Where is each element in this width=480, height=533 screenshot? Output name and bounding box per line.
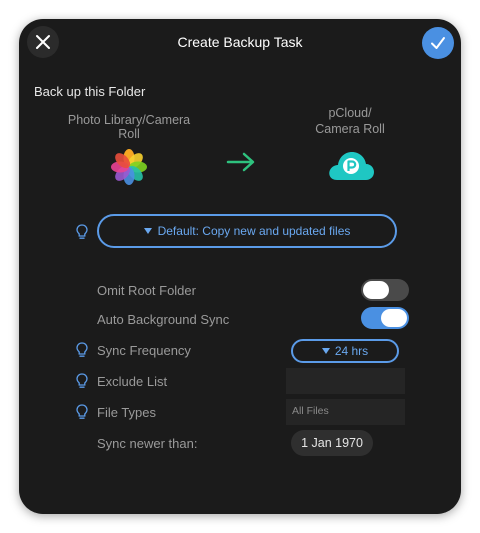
lightbulb-icon[interactable] [76, 373, 88, 389]
file-types-value: All Files [292, 405, 329, 417]
backup-mode-dropdown[interactable]: Default: Copy new and updated files [97, 214, 397, 248]
toggle-knob [363, 281, 389, 299]
exclude-list-label: Exclude List [97, 374, 168, 389]
sync-newer-label: Sync newer than: [97, 436, 198, 451]
checkmark-icon [431, 37, 445, 49]
confirm-button[interactable] [422, 27, 454, 59]
lightbulb-icon[interactable] [76, 342, 88, 358]
source-folder-label[interactable]: Photo Library/Camera Roll [57, 113, 201, 141]
sync-newer-date-button[interactable]: 1 Jan 1970 [291, 430, 373, 456]
auto-sync-label: Auto Background Sync [97, 312, 230, 327]
omit-root-toggle[interactable] [361, 279, 409, 301]
destination-label-line2: Camera Roll [315, 122, 385, 136]
sync-frequency-dropdown[interactable]: 24 hrs [291, 339, 399, 363]
pcloud-icon [329, 152, 374, 180]
section-label: Back up this Folder [34, 84, 146, 99]
sync-frequency-value: 24 hrs [334, 344, 369, 358]
backup-task-dialog: Create Backup Task Back up this Folder P… [19, 19, 461, 514]
destination-label-line1: pCloud/ [328, 106, 372, 120]
file-types-field[interactable]: All Files [286, 399, 405, 425]
exclude-list-field[interactable] [286, 368, 405, 394]
destination-folder-label[interactable]: pCloud/ Camera Roll [305, 105, 395, 137]
auto-sync-toggle[interactable] [361, 307, 409, 329]
triangle-down-icon [321, 347, 330, 354]
dialog-title: Create Backup Task [177, 34, 303, 50]
lightbulb-icon[interactable] [76, 224, 88, 240]
lightbulb-icon[interactable] [76, 404, 88, 420]
triangle-down-icon [143, 227, 152, 234]
arrow-right-icon [226, 152, 255, 172]
photos-icon [111, 149, 147, 185]
sync-frequency-label: Sync Frequency [97, 343, 191, 358]
toggle-knob [381, 309, 407, 327]
omit-root-label: Omit Root Folder [97, 283, 196, 298]
backup-mode-label: Default: Copy new and updated files [157, 224, 351, 238]
file-types-label: File Types [97, 405, 157, 420]
